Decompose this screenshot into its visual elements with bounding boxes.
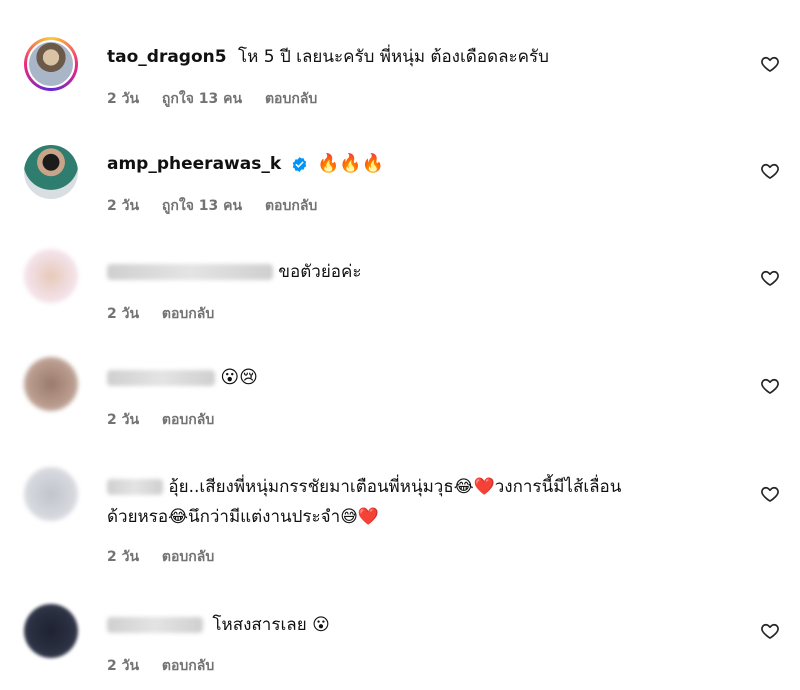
username-blurred[interactable] xyxy=(107,617,203,633)
heart-icon[interactable] xyxy=(760,54,780,74)
comment-time[interactable]: 2 วัน xyxy=(107,306,139,322)
username-link[interactable]: amp_pheerawas_k xyxy=(107,154,281,174)
reply-button[interactable]: ตอบกลับ xyxy=(162,658,214,674)
comment-time[interactable]: 2 วัน xyxy=(107,412,139,428)
comment-text: ขอตัวย่อค่ะ xyxy=(278,262,362,282)
like-count[interactable]: ถูกใจ 13 คน xyxy=(162,91,242,107)
comment-line: tao_dragon5 โห 5 ปี เลยนะครับ พี่หนุ่ม ต… xyxy=(107,42,549,72)
heart-icon[interactable] xyxy=(760,376,780,396)
comment-meta: 2 วัน ตอบกลับ xyxy=(107,546,232,568)
comment-line: โหสงสารเลย 😮 xyxy=(107,610,330,640)
avatar[interactable] xyxy=(24,37,78,91)
comment-meta: 2 วัน ตอบกลับ xyxy=(107,409,232,431)
verified-badge-icon xyxy=(292,156,306,172)
comment-meta: 2 วัน ตอบกลับ xyxy=(107,303,232,325)
reply-button[interactable]: ตอบกลับ xyxy=(265,198,317,214)
reply-button[interactable]: ตอบกลับ xyxy=(162,412,214,428)
comment-meta: 2 วัน ตอบกลับ xyxy=(107,655,232,677)
comment-text: โห 5 ปี เลยนะครับ พี่หนุ่ม ต้องเดือดละคร… xyxy=(238,47,549,67)
comment-text: 😮😢 xyxy=(220,367,258,388)
comment-line: อุ้ย..เสียงพี่หนุ่มกรรชัยมาเตือนพี่หนุ่ม… xyxy=(107,472,747,532)
comment-text: โหสงสารเลย 😮 xyxy=(212,615,330,635)
avatar[interactable] xyxy=(24,467,78,521)
heart-icon[interactable] xyxy=(760,621,780,641)
avatar[interactable] xyxy=(24,145,78,199)
comment-meta: 2 วัน ถูกใจ 13 คน ตอบกลับ xyxy=(107,88,335,110)
username-link[interactable]: tao_dragon5 xyxy=(107,47,227,67)
heart-icon[interactable] xyxy=(760,161,780,181)
comment-line: 😮😢 xyxy=(107,363,258,393)
avatar[interactable] xyxy=(24,249,78,303)
username-blurred[interactable] xyxy=(107,370,215,386)
comment-time[interactable]: 2 วัน xyxy=(107,198,139,214)
comment-time[interactable]: 2 วัน xyxy=(107,91,139,107)
heart-icon[interactable] xyxy=(760,268,780,288)
like-count[interactable]: ถูกใจ 13 คน xyxy=(162,198,242,214)
heart-icon[interactable] xyxy=(760,484,780,504)
username-blurred[interactable] xyxy=(107,264,273,280)
comment-text-line-1: อุ้ย..เสียงพี่หนุ่มกรรชัยมาเตือนพี่หนุ่ม… xyxy=(168,477,622,497)
comment-line: amp_pheerawas_k 🔥🔥🔥 xyxy=(107,149,384,179)
reply-button[interactable]: ตอบกลับ xyxy=(162,549,214,565)
comment-time[interactable]: 2 วัน xyxy=(107,658,139,674)
comment-line: ขอตัวย่อค่ะ xyxy=(107,257,362,287)
comment-time[interactable]: 2 วัน xyxy=(107,549,139,565)
comment-text-line-2: ด้วยหรอ😂นึกว่ามีแต่งานประจำ😅❤️ xyxy=(107,507,380,527)
avatar[interactable] xyxy=(24,604,78,658)
reply-button[interactable]: ตอบกลับ xyxy=(265,91,317,107)
comment-meta: 2 วัน ถูกใจ 13 คน ตอบกลับ xyxy=(107,195,335,217)
reply-button[interactable]: ตอบกลับ xyxy=(162,306,214,322)
comment-text: 🔥🔥🔥 xyxy=(316,153,385,174)
username-blurred[interactable] xyxy=(107,479,163,495)
avatar[interactable] xyxy=(24,357,78,411)
